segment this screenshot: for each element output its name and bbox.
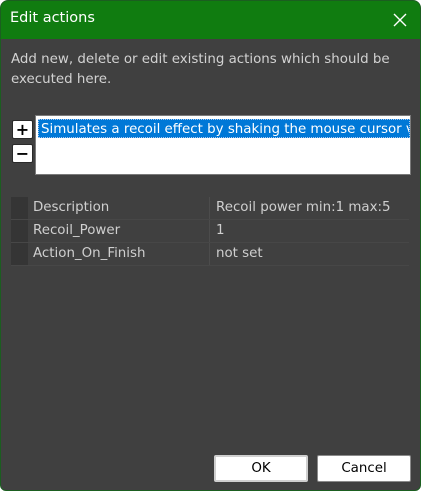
property-row-description[interactable]: Description Recoil power min:1 max:5: [11, 197, 409, 220]
property-name: Description: [33, 200, 110, 215]
property-row-action-on-finish[interactable]: Action_On_Finish not set: [11, 243, 409, 266]
property-name: Action_On_Finish: [33, 246, 146, 261]
add-action-button[interactable]: +: [12, 120, 33, 139]
property-row-recoil-power[interactable]: Recoil_Power 1: [11, 220, 409, 243]
title-bar[interactable]: Edit actions: [1, 1, 420, 39]
actions-list[interactable]: Simulates a recoil effect by shaking the…: [35, 115, 411, 175]
column-divider: [209, 243, 210, 265]
row-gutter: [11, 197, 28, 219]
column-divider: [209, 197, 210, 219]
close-icon[interactable]: [392, 12, 408, 28]
list-item-selected[interactable]: Simulates a recoil effect by shaking the…: [38, 119, 410, 138]
property-value[interactable]: 1: [216, 220, 409, 242]
column-divider: [209, 220, 210, 242]
property-value[interactable]: not set: [216, 243, 409, 265]
row-gutter: [11, 243, 28, 265]
ok-button[interactable]: OK: [214, 455, 308, 482]
property-name: Recoil_Power: [33, 223, 121, 238]
instructions-text: Add new, delete or edit existing actions…: [11, 52, 390, 87]
row-gutter: [11, 220, 28, 242]
edit-actions-dialog: Edit actions Add new, delete or edit exi…: [0, 0, 421, 491]
cancel-button[interactable]: Cancel: [317, 455, 411, 482]
window-title: Edit actions: [10, 10, 95, 26]
properties-grid: Description Recoil power min:1 max:5 Rec…: [11, 197, 409, 266]
remove-action-button[interactable]: −: [12, 144, 33, 163]
property-value[interactable]: Recoil power min:1 max:5: [216, 197, 409, 219]
